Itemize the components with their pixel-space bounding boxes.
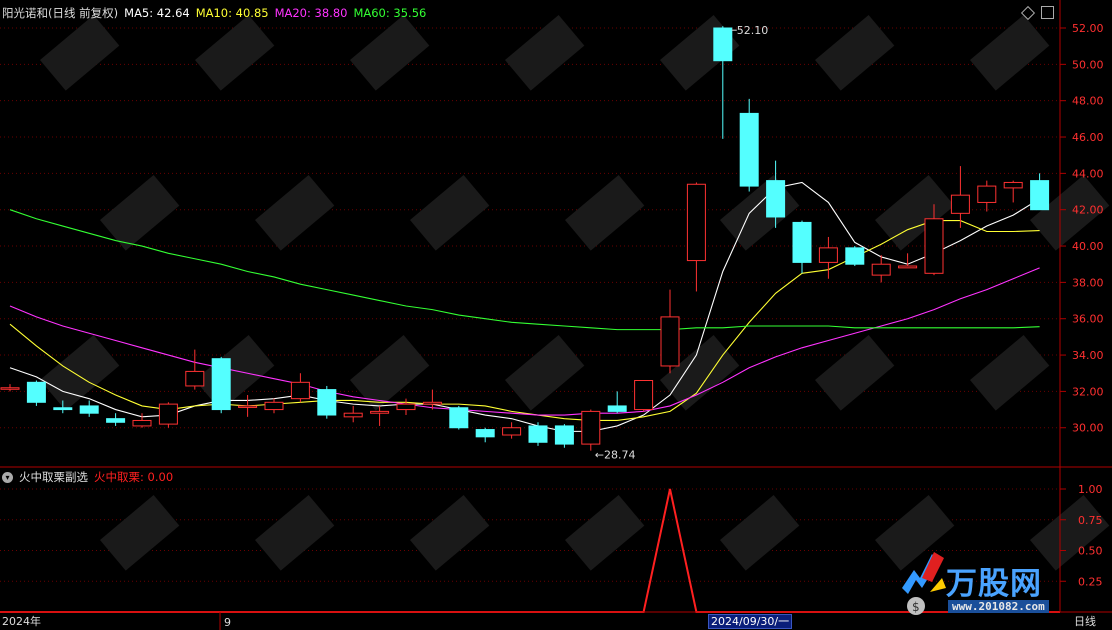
sub-y-tick-label: 0.75	[1078, 514, 1103, 527]
watermark-mark	[504, 15, 585, 91]
y-tick-label: 50.00	[1072, 58, 1104, 71]
candle-body	[343, 412, 363, 418]
candle-body	[317, 389, 337, 416]
candle-body	[502, 427, 522, 436]
x-axis-start-label: 2024年	[2, 615, 41, 628]
candle-body	[158, 403, 178, 425]
ma20-label: MA20: 38.80	[274, 6, 348, 20]
watermark-mark	[409, 495, 490, 571]
svg-text:$: $	[912, 600, 920, 614]
watermark-mark	[195, 15, 275, 91]
watermark-mark	[565, 175, 645, 251]
watermark-mark	[720, 175, 800, 251]
logo-text: 万股网	[946, 566, 1042, 602]
y-tick-label: 52.00	[1072, 22, 1104, 35]
candle-body	[238, 405, 258, 408]
chevron-down-icon[interactable]: ▾	[2, 471, 13, 483]
candle-body	[132, 419, 152, 427]
candle-body	[290, 381, 310, 400]
watermark-mark	[970, 335, 1050, 411]
candle-body	[26, 381, 46, 403]
candle-body	[792, 221, 812, 263]
low-label: ←28.74	[595, 449, 636, 462]
sub-y-tick-label: 1.00	[1078, 483, 1103, 496]
indicator-name[interactable]: 火中取栗副选	[19, 469, 88, 485]
watermark-mark	[255, 175, 335, 251]
candle-body	[898, 265, 918, 269]
y-tick-label: 42.00	[1072, 204, 1104, 217]
candle-body	[977, 185, 997, 203]
candle-body	[53, 407, 73, 411]
candle-body	[634, 379, 654, 411]
candle-body	[607, 405, 627, 412]
candle-body	[0, 387, 20, 390]
watermark-mark	[505, 335, 585, 411]
candle-body	[660, 316, 680, 367]
y-tick-label: 38.00	[1072, 276, 1104, 289]
y-tick-label: 48.00	[1072, 95, 1104, 108]
candle-body	[713, 27, 733, 62]
ma60-label: MA60: 35.56	[353, 6, 427, 20]
candle-body	[554, 425, 574, 445]
candle-body	[818, 247, 838, 263]
indicator-value: 火中取栗: 0.00	[94, 470, 174, 484]
candle-body	[370, 410, 390, 414]
candle-body	[106, 418, 126, 423]
selected-date-tag: 2024/09/30/一	[708, 614, 793, 629]
candle-body	[1003, 181, 1023, 189]
watermark-mark	[100, 495, 180, 571]
logo-url: www.201082.com	[948, 600, 1049, 613]
y-tick-label: 32.00	[1072, 385, 1104, 398]
candle-body	[185, 370, 205, 387]
ma10-label: MA10: 40.85	[195, 6, 269, 20]
candle-body	[871, 263, 891, 276]
candle-body	[924, 218, 944, 274]
stock-title[interactable]: 阳光诺和(日线 前复权)	[2, 5, 118, 21]
window-controls	[1020, 5, 1054, 20]
watermark-mark	[410, 175, 490, 251]
watermark-mark	[720, 495, 800, 571]
candle-body	[475, 429, 495, 438]
watermark-mark	[815, 15, 895, 91]
watermark-mark	[565, 495, 645, 571]
watermark-mark	[40, 335, 120, 411]
candle-body	[845, 247, 865, 265]
watermark-mark	[40, 15, 120, 91]
candle-body	[739, 112, 759, 187]
candle-body	[950, 194, 970, 214]
indicator-header: ▾ 火中取栗副选 火中取栗: 0.00	[2, 469, 179, 485]
watermark-mark	[350, 15, 430, 91]
stock-chart[interactable]: 30.00 32.00 34.00 36.00 38.00 40.00 42.00 44.00…	[0, 0, 1112, 630]
candle-body	[396, 403, 416, 411]
y-tick-label: 46.00	[1072, 131, 1104, 144]
y-tick-label: 30.00	[1072, 422, 1104, 435]
high-label: 52.10	[737, 24, 769, 37]
maximize-icon[interactable]	[1041, 6, 1054, 19]
candle-body	[449, 407, 469, 429]
watermark-mark	[970, 15, 1050, 91]
candle-body	[422, 401, 442, 405]
x-axis-month-label: 9	[224, 616, 231, 629]
y-tick-label: 34.00	[1072, 349, 1104, 362]
y-tick-label: 36.00	[1072, 313, 1104, 326]
candle-body	[211, 358, 231, 411]
y-tick-label: 44.00	[1072, 167, 1104, 180]
candle-body	[264, 401, 284, 411]
watermark-mark	[349, 335, 430, 411]
watermark-mark	[255, 495, 335, 571]
candle-body	[528, 425, 548, 443]
diamond-icon[interactable]	[1020, 5, 1036, 20]
logo: $ 万股网 www.201082.com	[892, 548, 1092, 620]
price-header: 阳光诺和(日线 前复权) MA5: 42.64 MA10: 40.85 MA20…	[2, 4, 432, 22]
candle-body	[79, 405, 99, 414]
watermark-mark	[815, 335, 895, 411]
candle-body	[581, 410, 601, 445]
y-tick-label: 40.00	[1072, 240, 1104, 253]
ma5-label: MA5: 42.64	[124, 6, 190, 20]
candle-body	[1030, 180, 1050, 211]
logo-arrows-icon: $	[902, 552, 946, 615]
candle-body	[766, 180, 786, 218]
candle-body	[686, 183, 706, 262]
